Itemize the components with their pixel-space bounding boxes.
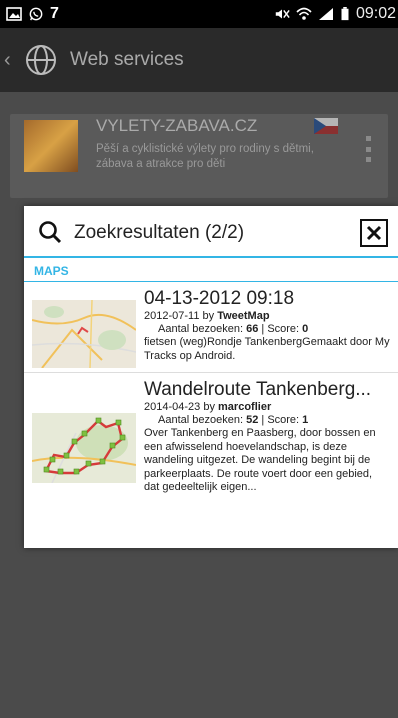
gallery-notification-icon xyxy=(6,7,22,21)
search-icon xyxy=(39,221,62,244)
score-label: Score: xyxy=(267,323,300,335)
result-title: 04-13-2012 09:18 xyxy=(144,288,295,309)
close-button[interactable] xyxy=(360,219,388,247)
czech-flag-icon xyxy=(314,118,338,134)
dialog-title: Zoekresultaten (2/2) xyxy=(74,222,245,243)
close-icon xyxy=(366,225,382,241)
result-body: Wandelroute Tankenberg... 2014-04-23 by … xyxy=(144,379,390,495)
result-title: Wandelroute Tankenberg... xyxy=(144,379,372,400)
search-results-dialog: Zoekresultaten (2/2) MAPS 04-13-2012 09:… xyxy=(24,206,398,548)
globe-icon[interactable] xyxy=(24,43,58,77)
wifi-icon xyxy=(296,7,312,20)
battery-icon xyxy=(341,7,349,21)
action-bar: ‹ Web services xyxy=(0,28,398,92)
page-title: Web services xyxy=(70,49,184,70)
result-date: 2014-04-23 xyxy=(144,401,201,413)
map-thumbnail xyxy=(32,413,136,483)
back-chevron-icon[interactable]: ‹ xyxy=(4,49,18,72)
clock: 09:02 xyxy=(355,5,396,22)
result-stats: Aantal bezoeken: 52 | Score: 1 xyxy=(158,414,309,426)
score-value: 0 xyxy=(302,323,309,335)
map-thumbnail xyxy=(32,300,136,368)
result-meta: 2014-04-23 by marcoflier xyxy=(144,401,390,414)
result-body: 04-13-2012 09:18 2012-07-11 by TweetMap … xyxy=(144,288,390,368)
result-item[interactable]: 04-13-2012 09:18 2012-07-11 by TweetMap … xyxy=(24,282,398,373)
result-by-word: by xyxy=(203,401,215,413)
result-meta: 2012-07-11 by TweetMap xyxy=(144,310,390,323)
result-description: Over Tankenberg en Paasberg, door bossen… xyxy=(144,427,376,493)
service-description: Pěší a cyklistické výlety pro rodiny s d… xyxy=(96,143,314,170)
result-item[interactable]: Wandelroute Tankenberg... 2014-04-23 by … xyxy=(24,373,398,499)
result-description: fietsen (weg)Rondje TankenbergGemaakt do… xyxy=(144,336,390,362)
section-header-maps: MAPS xyxy=(24,258,398,282)
mute-icon xyxy=(275,9,290,19)
carrier-indicator: 7 xyxy=(50,5,59,22)
service-title: VYLETY-ZABAVA.CZ xyxy=(96,116,258,135)
service-thumbnail xyxy=(24,120,78,172)
status-bar: 7 09:02 xyxy=(0,0,398,28)
overflow-menu-icon xyxy=(366,136,372,162)
result-date: 2012-07-11 xyxy=(144,310,200,322)
visits-count: 66 xyxy=(246,323,259,335)
whatsapp-icon xyxy=(29,7,43,21)
result-by-word: by xyxy=(202,310,215,322)
visits-label: Aantal bezoeken: xyxy=(158,414,244,426)
score-label: Score: xyxy=(267,414,300,426)
visits-count: 52 xyxy=(246,414,259,426)
signal-icon xyxy=(318,8,333,20)
visits-label: Aantal bezoeken: xyxy=(158,323,244,335)
score-value: 1 xyxy=(302,414,309,426)
result-stats: Aantal bezoeken: 66 | Score: 0 xyxy=(158,323,309,335)
dialog-header: Zoekresultaten (2/2) xyxy=(24,206,398,258)
result-author: marcoflier xyxy=(218,401,272,413)
result-author: TweetMap xyxy=(217,310,270,322)
